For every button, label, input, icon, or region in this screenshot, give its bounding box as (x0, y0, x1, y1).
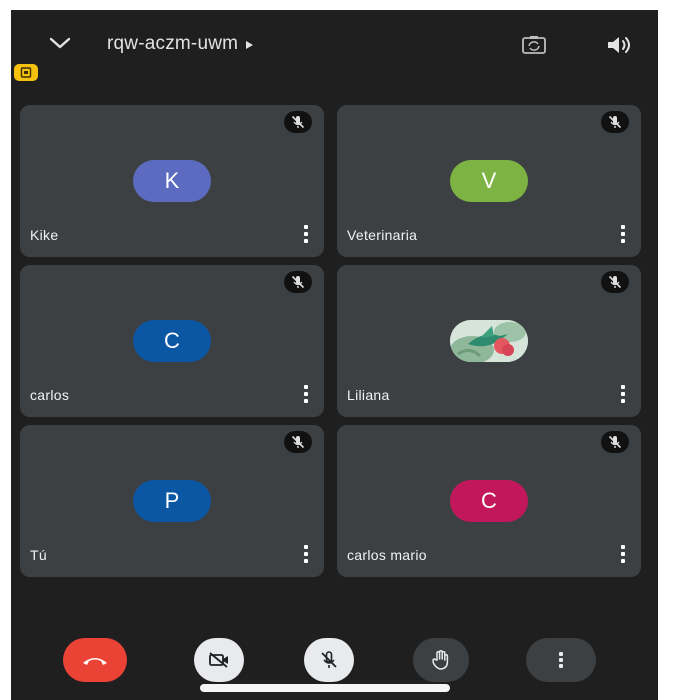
keep-awake-icon (20, 67, 32, 78)
play-triangle-icon (246, 41, 254, 49)
home-indicator[interactable] (200, 684, 450, 692)
mic-off-icon (608, 115, 622, 129)
call-controls-bar (11, 638, 658, 682)
more-vert-icon[interactable] (304, 385, 310, 403)
mic-off-indicator (284, 271, 312, 293)
chevron-down-icon[interactable] (47, 34, 73, 52)
participant-name: carlos (30, 387, 70, 403)
avatar-photo (450, 320, 528, 362)
participant-tile[interactable]: C carlos (20, 265, 324, 417)
avatar: K (133, 160, 211, 202)
mic-toggle-button[interactable] (304, 638, 354, 682)
participant-tile[interactable]: V Veterinaria (337, 105, 641, 257)
mic-off-indicator (284, 431, 312, 453)
mic-off-icon (291, 435, 305, 449)
mic-off-indicator (601, 271, 629, 293)
participant-name: Tú (30, 547, 47, 563)
end-call-button[interactable] (63, 638, 127, 682)
more-vert-icon[interactable] (621, 545, 627, 563)
participant-tile[interactable]: C carlos mario (337, 425, 641, 577)
avatar: V (450, 160, 528, 202)
meeting-code: rqw-aczm-uwm (107, 33, 239, 54)
raise-hand-icon (432, 650, 449, 670)
camera-toggle-button[interactable] (194, 638, 244, 682)
more-options-button[interactable] (526, 638, 596, 682)
camera-off-icon (209, 652, 228, 668)
phone-hangup-icon (83, 658, 107, 665)
avatar: C (450, 480, 528, 522)
more-vert-icon[interactable] (304, 225, 310, 243)
participant-tile-self[interactable]: P Tú (20, 425, 324, 577)
participant-name: Veterinaria (347, 227, 418, 243)
raise-hand-button[interactable] (413, 638, 469, 682)
mic-off-icon (291, 115, 305, 129)
hummingbird-photo (450, 320, 528, 362)
more-vert-icon[interactable] (621, 225, 627, 243)
meet-call-screen: rqw-aczm-uwm K Kike V Veterinaria C carl… (11, 10, 658, 700)
top-bar: rqw-aczm-uwm (11, 10, 658, 81)
switch-camera-icon[interactable] (521, 34, 547, 56)
meeting-info-button[interactable]: rqw-aczm-uwm (107, 30, 254, 58)
mic-off-icon (321, 651, 337, 668)
more-vert-icon (559, 652, 563, 668)
participant-tile[interactable]: Liliana (337, 265, 641, 417)
mic-off-icon (291, 275, 305, 289)
more-vert-icon[interactable] (621, 385, 627, 403)
mic-off-icon (608, 435, 622, 449)
more-vert-icon[interactable] (304, 545, 310, 563)
mic-off-indicator (601, 431, 629, 453)
avatar: P (133, 480, 211, 522)
participant-name: Kike (30, 227, 59, 243)
mic-off-indicator (601, 111, 629, 133)
mic-off-indicator (284, 111, 312, 133)
participant-name: Liliana (347, 387, 390, 403)
keep-awake-badge (14, 64, 38, 81)
participant-tile[interactable]: K Kike (20, 105, 324, 257)
mic-off-icon (608, 275, 622, 289)
speaker-icon[interactable] (605, 34, 633, 56)
avatar: C (133, 320, 211, 362)
participant-name: carlos mario (347, 547, 427, 563)
